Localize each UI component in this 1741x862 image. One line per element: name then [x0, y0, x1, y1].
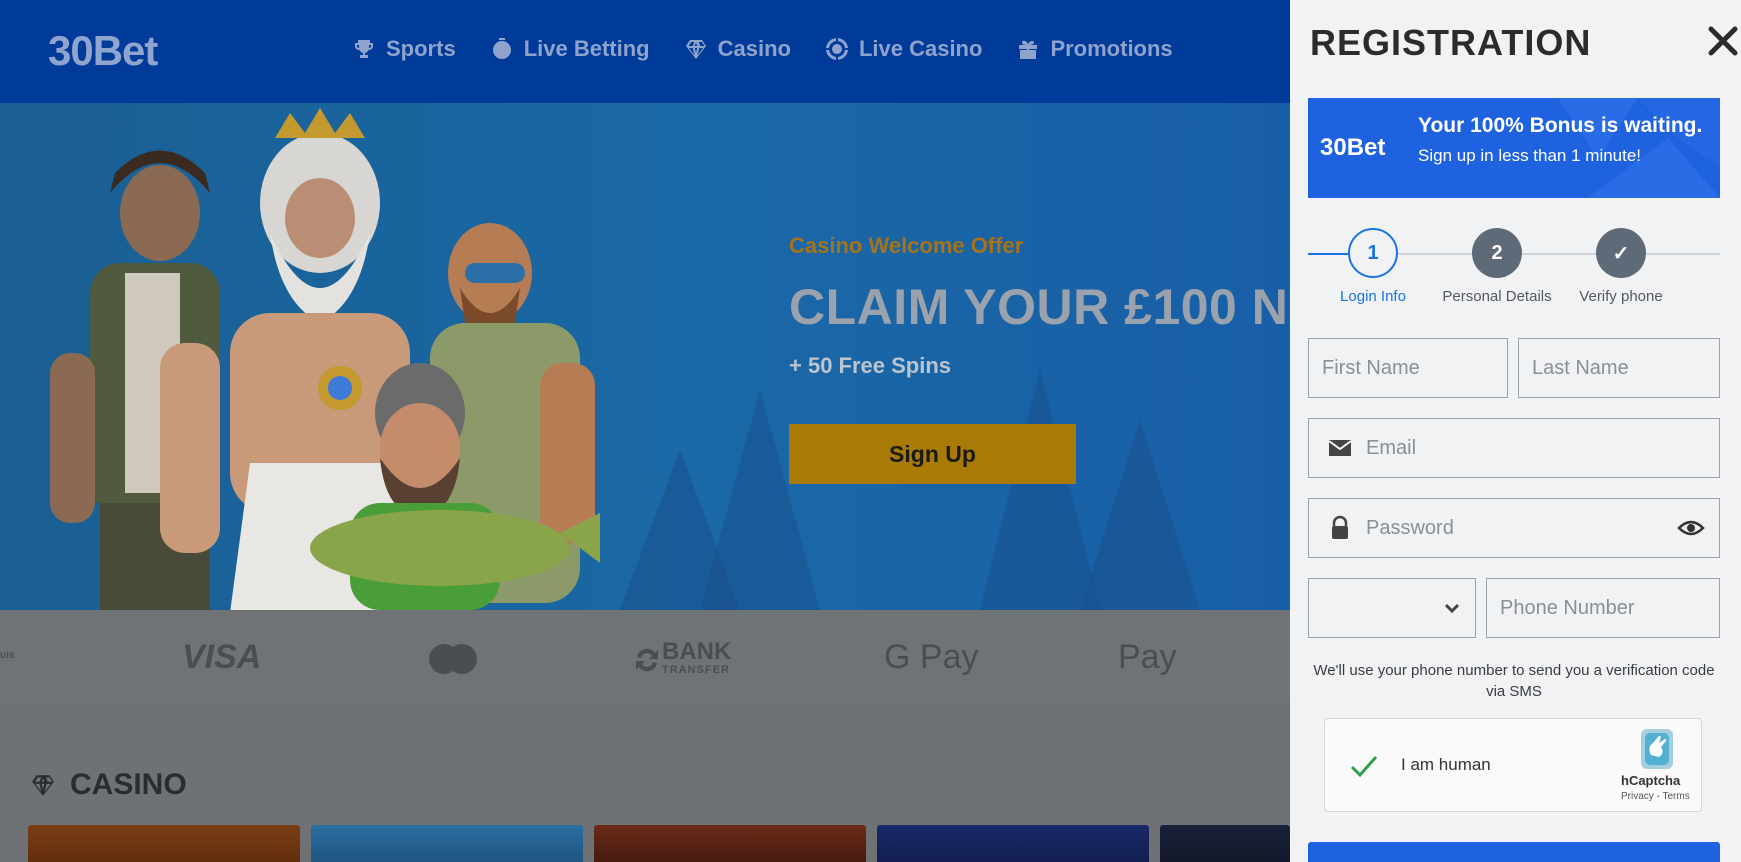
- step-connector: [1646, 253, 1720, 255]
- email-input[interactable]: [1353, 419, 1719, 477]
- casino-section: CASINO: [0, 700, 1290, 862]
- email-field[interactable]: [1308, 418, 1720, 478]
- diamond-icon: [685, 40, 706, 59]
- game-thumbnail[interactable]: [877, 825, 1149, 862]
- nav-item-live-betting[interactable]: Live Betting: [490, 36, 650, 62]
- google-pay-logo: G Pay: [884, 638, 979, 676]
- chevron-down-icon: [1444, 603, 1460, 614]
- game-thumbnail[interactable]: [1160, 825, 1290, 862]
- step-1-indicator: 1: [1348, 228, 1398, 278]
- nav-item-promotions[interactable]: Promotions: [1016, 36, 1173, 62]
- hero-eyebrow: Casino Welcome Offer: [789, 233, 1024, 258]
- apple-pay-logo: Pay: [1118, 638, 1177, 676]
- bank-transfer-label: BANK: [662, 638, 732, 665]
- step-connector: [1398, 253, 1472, 255]
- step-connector: [1522, 253, 1596, 255]
- checkmark-icon[interactable]: [1347, 749, 1381, 783]
- banner-logo: 30Bet: [1320, 134, 1386, 161]
- step-1-label: Login Info: [1340, 288, 1406, 305]
- submit-button[interactable]: [1308, 842, 1720, 862]
- envelope-icon: [1328, 440, 1352, 456]
- step-2-label: Personal Details: [1442, 288, 1552, 305]
- captcha-privacy-terms-links[interactable]: Privacy - Terms: [1621, 791, 1690, 802]
- step-2-indicator: 2: [1472, 228, 1522, 278]
- stopwatch-icon: [492, 38, 511, 59]
- game-thumbnail[interactable]: [28, 825, 300, 862]
- nav-item-live-casino[interactable]: Live Casino: [825, 36, 982, 62]
- hero-signup-button[interactable]: Sign Up: [789, 424, 1076, 484]
- tree-shape: [700, 390, 820, 610]
- sms-note: We'll use your phone number to send you …: [1313, 662, 1715, 700]
- banner-subline: Sign up in less than 1 minute!: [1418, 146, 1642, 165]
- lock-icon: [1332, 515, 1348, 539]
- tree-shape: [1080, 420, 1200, 610]
- nav-label: Casino: [717, 36, 791, 61]
- nav-label: Sports: [386, 36, 456, 61]
- hero-subline: + 50 Free Spins: [789, 353, 952, 378]
- payment-methods-strip: uis VISA BANK TRANSFER G Pay Pay: [0, 610, 1290, 700]
- phone-input[interactable]: [1487, 579, 1719, 637]
- banner-headline: Your 100% Bonus is waiting.: [1418, 114, 1703, 137]
- gift-icon: [1019, 40, 1038, 59]
- hero-characters-illustration: [50, 108, 600, 610]
- password-input[interactable]: [1353, 499, 1677, 557]
- step-3-label: Verify phone: [1579, 288, 1663, 305]
- hcaptcha-widget[interactable]: I am human hCaptcha Privacy - Terms: [1324, 718, 1702, 812]
- step-connector: [1308, 253, 1348, 255]
- nav-item-sports[interactable]: Sports: [352, 36, 456, 62]
- eye-icon[interactable]: [1677, 514, 1705, 542]
- captcha-label: I am human: [1401, 755, 1491, 774]
- trophy-icon: [355, 40, 373, 58]
- game-thumbnail[interactable]: [311, 825, 583, 862]
- game-thumbnail[interactable]: [594, 825, 866, 862]
- nav-label: Live Betting: [523, 36, 650, 61]
- registration-stepper: 1 2 ✓ Login Info Personal Details Verify…: [1308, 226, 1720, 312]
- hero-headline: CLAIM YOUR £100 NO: [789, 279, 1328, 335]
- last-name-input[interactable]: [1519, 339, 1719, 397]
- close-icon[interactable]: [1706, 24, 1740, 58]
- first-name-field[interactable]: [1308, 338, 1508, 398]
- last-name-field[interactable]: [1518, 338, 1720, 398]
- registration-title: REGISTRATION: [1310, 22, 1592, 63]
- registration-panel: REGISTRATION 30Bet Your 100% Bonus is wa…: [1290, 0, 1741, 862]
- mastercard-logo: [429, 644, 477, 674]
- country-code-select[interactable]: [1308, 578, 1476, 638]
- casino-section-title: CASINO: [30, 768, 187, 802]
- nav-label: Live Casino: [858, 36, 983, 61]
- nav-item-casino[interactable]: Casino: [684, 36, 791, 62]
- chip-icon: [825, 38, 848, 60]
- bank-transfer-icon: [636, 648, 658, 672]
- phone-field[interactable]: [1486, 578, 1720, 638]
- hcaptcha-logo-icon: [1641, 729, 1673, 769]
- captcha-brand: hCaptcha: [1621, 773, 1681, 788]
- bank-transfer-sublabel: TRANSFER: [662, 664, 730, 676]
- step-3-check-icon: ✓: [1596, 228, 1646, 278]
- payment-partial-label: uis: [0, 650, 15, 661]
- first-name-input[interactable]: [1309, 339, 1507, 397]
- nav-label: Promotions: [1050, 36, 1173, 61]
- casino-title-label: CASINO: [70, 768, 187, 801]
- site-logo[interactable]: 30Bet: [48, 27, 158, 75]
- visa-logo: VISA: [182, 638, 262, 676]
- diamond-icon: [32, 775, 54, 796]
- main-nav: Sports Live Betting Casino Live Casino P…: [352, 36, 1173, 62]
- bonus-banner: 30Bet Your 100% Bonus is waiting. Sign u…: [1308, 98, 1720, 198]
- password-field[interactable]: [1308, 498, 1720, 558]
